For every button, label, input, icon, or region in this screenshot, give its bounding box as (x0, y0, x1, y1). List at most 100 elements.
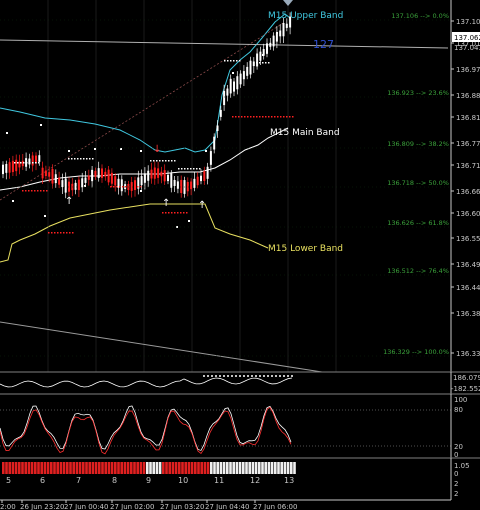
cci-dot (275, 375, 277, 377)
price-tick-label: 136.440 (456, 284, 480, 292)
signal-dot (250, 62, 252, 64)
candle-body (31, 155, 34, 166)
signal-dot (26, 162, 28, 164)
signal-dot (186, 212, 188, 214)
candle-body (84, 177, 87, 183)
sub3-top-value: 1.05 (454, 462, 470, 470)
candle-body (196, 176, 199, 186)
signal-dot (268, 62, 270, 64)
cci-dot (231, 375, 233, 377)
signal-dot (262, 54, 264, 56)
price-axis[interactable]: 137.100137.010136.970136.880136.810136.7… (451, 18, 480, 358)
histogram-bar (66, 462, 69, 474)
histogram-bar (210, 462, 213, 474)
signal-dot (168, 212, 170, 214)
signal-dot (165, 160, 167, 162)
candle-body (239, 73, 242, 85)
signal-dot (238, 116, 240, 118)
histogram-bar (62, 462, 66, 474)
signal-dot (171, 212, 173, 214)
histogram-bar (181, 462, 184, 474)
signal-dot (233, 60, 235, 62)
signal-dot (17, 162, 19, 164)
histogram-bar (178, 462, 181, 474)
price-tick-label: 136.330 (456, 350, 480, 358)
histogram-bar (280, 462, 283, 474)
histogram-bar (184, 462, 187, 474)
buy-arrow-icon: ↑ (162, 198, 170, 209)
signal-dot (68, 150, 70, 152)
signal-dot (253, 62, 255, 64)
trend-histogram (2, 462, 296, 474)
signal-dot (25, 190, 27, 192)
signal-dot (265, 116, 267, 118)
signal-dot (171, 160, 173, 162)
histogram-bar (264, 462, 267, 474)
signal-dot (140, 150, 142, 152)
histogram-bar (261, 462, 264, 474)
histogram-bar (69, 462, 72, 474)
histogram-bar (40, 462, 43, 474)
candle-body (147, 170, 150, 181)
signal-dot (32, 162, 34, 164)
signal-dot (232, 72, 234, 74)
cci-dot (243, 375, 245, 377)
cci-dot (239, 375, 241, 377)
time-tick-label: 2:00 (0, 503, 16, 510)
bar-number-label: 9 (146, 476, 151, 485)
fib-levels: 137.106 --> 0.0% 136.923 --> 23.6% 136.809… (0, 12, 449, 357)
candle-body (160, 171, 163, 177)
histogram-bar (139, 462, 143, 474)
candle-body (41, 167, 44, 179)
signal-dot (235, 116, 237, 118)
candle-body (167, 174, 169, 182)
candle-body (15, 159, 18, 172)
cci-dot (287, 375, 289, 377)
histogram-bar (88, 462, 91, 474)
signal-dot (256, 62, 258, 64)
histogram-bar (46, 462, 50, 474)
candle-body (190, 181, 193, 190)
candle-body (64, 178, 67, 193)
price-tick-label: 136.810 (456, 114, 480, 122)
cci-dot (207, 375, 209, 377)
time-tick-label: 27 Jun 03:20 (160, 503, 204, 510)
sub1-top-value: 186.079 (453, 374, 480, 382)
candle-body (272, 35, 275, 47)
time-axis[interactable]: 2:00 26 Jun 23:20 27 Jun 00:40 27 Jun 02:00… (0, 500, 297, 510)
trading-chart[interactable]: ↓ ↑ ↑ ↑ M15 Upper Band M15 Main Band M15… (0, 0, 480, 510)
histogram-bar (216, 462, 219, 474)
candle-body (2, 164, 4, 175)
candle-body (8, 162, 11, 173)
price-tick-label: 136.970 (456, 66, 480, 74)
histogram-bar (146, 462, 149, 474)
histogram-bar (290, 462, 293, 474)
candle-body (150, 169, 153, 179)
candle-body (11, 160, 14, 173)
histogram-bar (251, 462, 255, 474)
fib-level-label: 136.626 --> 61.8% (387, 219, 449, 227)
current-price-2: 137.043 (454, 44, 480, 52)
candle-body (176, 181, 179, 189)
price-tick-label: 136.550 (456, 235, 480, 243)
histogram-bar (72, 462, 75, 474)
histogram-bar (91, 462, 95, 474)
signal-dot (205, 150, 207, 152)
marker-label: 127 (313, 38, 334, 51)
histogram-bar (56, 462, 59, 474)
candle-body (81, 178, 84, 188)
signal-dot (276, 32, 278, 34)
cci-dot (279, 375, 281, 377)
signal-dot (262, 62, 264, 64)
histogram-bar (213, 462, 216, 474)
candle-body (54, 174, 57, 184)
signal-dot (110, 186, 112, 188)
candle-body (48, 172, 51, 177)
bar-number-label: 8 (112, 476, 117, 485)
candle-body (266, 43, 268, 54)
signal-dot (89, 158, 91, 160)
histogram-bar (114, 462, 117, 474)
candle-body (101, 168, 103, 178)
histogram-bar (75, 462, 79, 474)
candle-body (186, 181, 189, 192)
